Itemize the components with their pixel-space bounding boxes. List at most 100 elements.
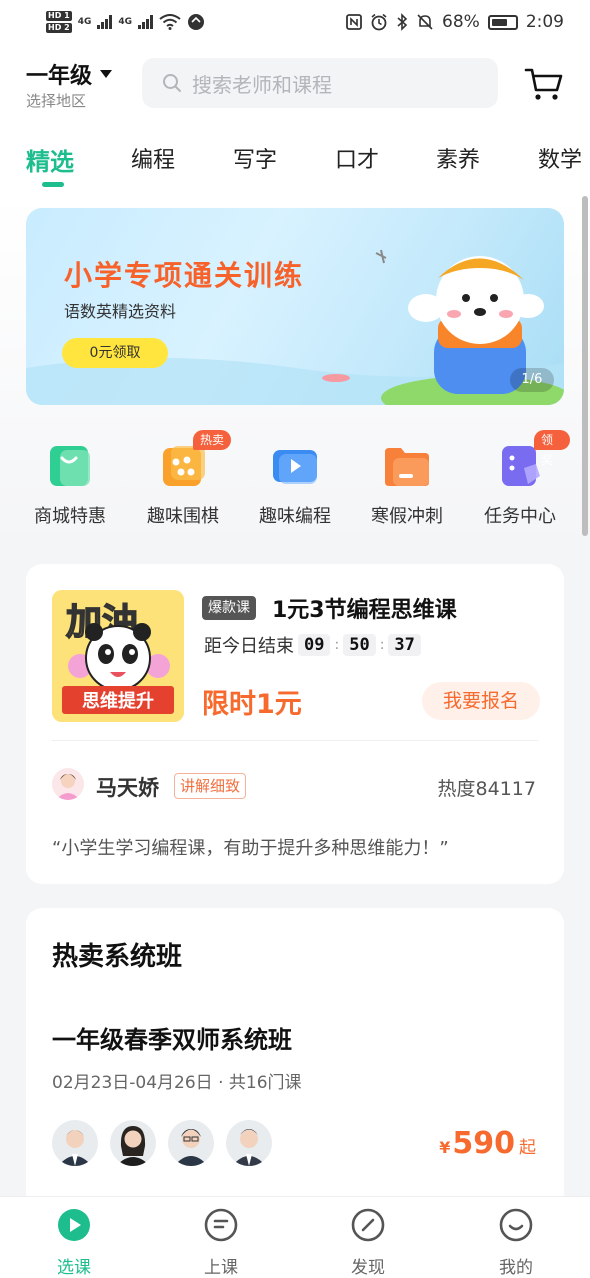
quick-entry-label: 趣味编程 — [259, 506, 331, 527]
category-tabs: 精选 编程 写字 口才 素养 数学 — [0, 122, 590, 194]
bottom-navigation: 选课 上课 发现 我的 — [0, 1196, 590, 1278]
tab-math[interactable]: 数学 — [538, 142, 582, 174]
hot-course-tag: 爆款课 — [202, 596, 256, 620]
alarm-icon — [371, 13, 387, 31]
battery-percent: 68% — [442, 12, 480, 32]
countdown-separator: : — [379, 637, 385, 653]
quick-entry-label: 趣味围棋 — [147, 506, 219, 527]
limited-price: 限时1元 — [202, 689, 302, 720]
nav-class[interactable]: 上课 — [171, 1207, 271, 1278]
banner-claim-button[interactable]: 0元领取 — [62, 338, 168, 368]
cart-icon[interactable] — [524, 66, 564, 102]
sim-indicator: HD 1 HD 2 — [46, 11, 72, 33]
hot-classes-section: 热卖系统班 一年级春季双师系统班 02月23日-04月26日 · 共16门课 ¥… — [26, 908, 564, 1208]
banner-subtitle: 语数英精选资料 — [64, 302, 177, 321]
folder-icon — [385, 448, 429, 486]
panda-poster-illustration: 加油 思维提升 — [52, 590, 184, 722]
teacher-avatar — [110, 1120, 156, 1166]
course-title: 1元3节编程思维课 — [272, 598, 457, 623]
sim2-label: HD 2 — [46, 23, 72, 33]
class-title[interactable]: 一年级春季双师系统班 — [52, 1020, 292, 1055]
top-header: 一年级 选择地区 搜索老师和课程 — [0, 44, 590, 122]
nav-label: 发现 — [351, 1258, 385, 1278]
countdown-label: 距今日结束 — [204, 636, 294, 657]
countdown-timer: 距今日结束 09 : 50 : 37 — [204, 632, 421, 658]
shopping-bag-icon — [50, 446, 90, 486]
scrollbar[interactable] — [582, 196, 588, 536]
class-icon — [204, 1208, 238, 1242]
banner-title: 小学专项通关训练 — [64, 259, 305, 292]
class-price: ¥ 590 起 — [439, 1126, 536, 1161]
quick-entry-label: 商城特惠 — [34, 506, 106, 527]
teacher-avatars — [52, 1120, 272, 1166]
quick-entry-coding[interactable]: 趣味编程 — [245, 430, 345, 530]
heat-count: 热度84117 — [437, 778, 536, 800]
quick-entry-tasks[interactable]: 领奖 任务中心 — [470, 430, 570, 530]
grade-selector[interactable]: 一年级 — [26, 58, 113, 90]
countdown-separator: : — [334, 637, 340, 653]
smile-icon — [499, 1208, 533, 1242]
promo-course-card[interactable]: 加油 思维提升 爆款课 1元3节编程思维课 距今日结束 09 : 50 : 37… — [26, 564, 564, 884]
battery-icon — [487, 14, 518, 30]
nav-label: 上课 — [204, 1258, 238, 1278]
active-tab-indicator — [42, 182, 64, 187]
tab-programming[interactable]: 编程 — [131, 142, 175, 174]
course-poster[interactable]: 加油 思维提升 — [52, 590, 184, 722]
teacher-avatar — [52, 768, 84, 800]
promo-banner[interactable]: 小学专项通关训练 语数英精选资料 0元领取 1/6 — [26, 208, 564, 405]
nav-mine[interactable]: 我的 — [466, 1207, 566, 1278]
wifi-icon — [159, 14, 181, 30]
nav-label: 选课 — [57, 1258, 91, 1278]
tab-speaking[interactable]: 口才 — [335, 142, 379, 174]
countdown-seconds: 37 — [388, 634, 421, 656]
quick-entry-holiday[interactable]: 寒假冲刺 — [357, 430, 457, 530]
section-title: 热卖系统班 — [52, 942, 183, 972]
teacher-tag: 讲解细致 — [174, 773, 247, 799]
quick-entry-go[interactable]: 热卖 趣味围棋 — [133, 430, 233, 530]
reward-badge: 领奖 — [534, 430, 570, 467]
price-suffix: 起 — [519, 1138, 536, 1158]
quick-entry-label: 寒假冲刺 — [371, 506, 443, 527]
data-saver-icon — [188, 14, 204, 30]
clock: 2:09 — [525, 12, 564, 32]
search-bar[interactable]: 搜索老师和课程 — [142, 58, 498, 108]
divider — [52, 740, 538, 741]
nav-discover[interactable]: 发现 — [318, 1207, 418, 1278]
banner-page-indicator: 1/6 — [510, 368, 554, 392]
class-dates: 02月23日-04月26日 · 共16门课 — [52, 1073, 302, 1093]
nav-label: 我的 — [499, 1258, 533, 1278]
teacher-avatar — [226, 1120, 272, 1166]
network-type-1: 4G — [77, 17, 92, 27]
signal-icon — [97, 15, 113, 29]
teacher-avatar — [168, 1120, 214, 1166]
tab-writing[interactable]: 写字 — [233, 142, 277, 174]
go-board-icon — [163, 446, 205, 486]
video-play-icon — [273, 450, 317, 484]
poster-bottom-text: 思维提升 — [82, 690, 154, 712]
task-doc-icon — [502, 446, 540, 486]
nav-select-course[interactable]: 选课 — [24, 1207, 124, 1278]
quick-entry-label: 任务中心 — [484, 506, 556, 527]
countdown-hours: 09 — [298, 634, 331, 656]
region-selector[interactable]: 选择地区 — [26, 90, 86, 111]
bluetooth-icon — [397, 13, 408, 31]
caret-down-icon — [100, 70, 113, 78]
currency-symbol: ¥ — [439, 1138, 451, 1157]
network-type-2: 4G — [118, 17, 132, 27]
teacher-avatar-illustration — [56, 774, 80, 800]
signal-icon-2 — [138, 15, 153, 29]
course-quote: “小学生学习编程课，有助于提升多种思维能力！” — [52, 838, 449, 859]
quick-entry-mall[interactable]: 商城特惠 — [20, 430, 120, 530]
price-value: 590 — [452, 1126, 515, 1161]
countdown-minutes: 50 — [343, 634, 376, 656]
search-icon — [163, 74, 181, 92]
hot-badge: 热卖 — [193, 430, 232, 450]
compass-icon — [351, 1208, 385, 1242]
teacher-name: 马天娇 — [96, 776, 159, 800]
tab-literacy[interactable]: 素养 — [436, 142, 480, 174]
tab-featured[interactable]: 精选 — [26, 142, 74, 177]
signup-button[interactable]: 我要报名 — [422, 682, 540, 720]
status-bar: HD 1 HD 2 4G 4G 68% 2:09 — [0, 0, 590, 44]
teacher-avatar — [52, 1120, 98, 1166]
search-placeholder: 搜索老师和课程 — [192, 72, 332, 97]
